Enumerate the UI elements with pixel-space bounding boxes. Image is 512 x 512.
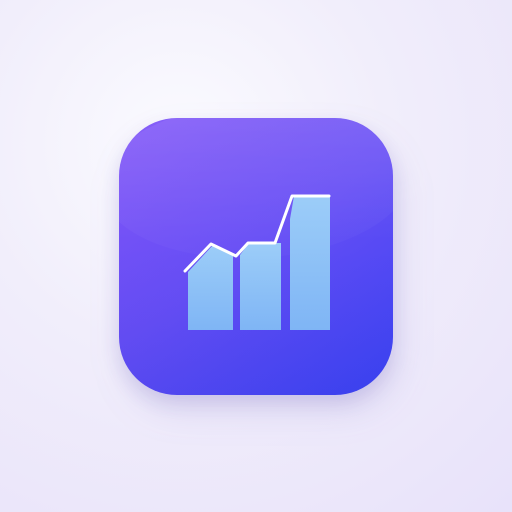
chart-bar-2 <box>240 243 281 330</box>
icon-canvas <box>0 0 512 512</box>
chart-bar-3 <box>290 196 330 330</box>
chart-bar-1 <box>188 245 233 330</box>
bar-chart-icon <box>183 194 331 330</box>
